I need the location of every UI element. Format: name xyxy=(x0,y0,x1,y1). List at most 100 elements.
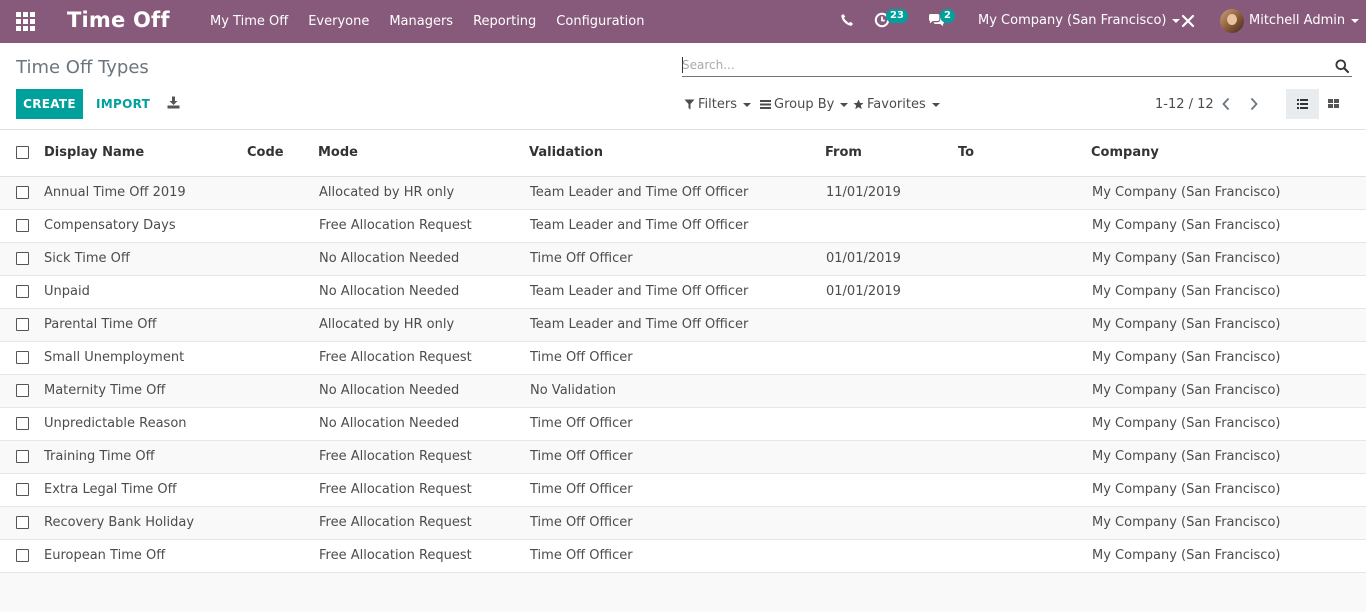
table-row[interactable]: Recovery Bank Holiday Free Allocation Req… xyxy=(0,506,1366,540)
cell-from[interactable] xyxy=(825,539,958,573)
cell-to[interactable] xyxy=(958,275,1091,309)
cell-code[interactable] xyxy=(247,308,318,342)
cell-mode[interactable]: No Allocation Needed xyxy=(318,275,529,309)
row-checkbox[interactable] xyxy=(16,450,29,463)
cell-code[interactable] xyxy=(247,506,318,540)
cell-company[interactable]: My Company (San Francisco) xyxy=(1091,407,1366,441)
cell-company[interactable]: My Company (San Francisco) xyxy=(1091,242,1366,276)
select-all-checkbox[interactable] xyxy=(16,146,29,160)
company-switcher[interactable]: My Company (San Francisco) xyxy=(978,13,1181,28)
user-menu[interactable]: Mitchell Admin xyxy=(1249,13,1360,28)
cell-from[interactable] xyxy=(825,407,958,441)
search-input[interactable] xyxy=(682,55,1322,75)
cell-validation[interactable]: Time Off Officer xyxy=(529,539,825,573)
cell-mode[interactable]: Free Allocation Request xyxy=(318,440,529,474)
table-row[interactable]: European Time Off Free Allocation Request… xyxy=(0,539,1366,573)
phone-icon[interactable] xyxy=(840,13,854,27)
cell-code[interactable] xyxy=(247,242,318,276)
row-checkbox[interactable] xyxy=(16,417,29,430)
cell-company[interactable]: My Company (San Francisco) xyxy=(1091,341,1366,375)
table-row[interactable]: Training Time Off Free Allocation Request… xyxy=(0,440,1366,474)
column-header-mode[interactable]: Mode xyxy=(318,130,529,177)
row-checkbox[interactable] xyxy=(16,318,29,331)
cell-code[interactable] xyxy=(247,539,318,573)
cell-code[interactable] xyxy=(247,341,318,375)
cell-from[interactable]: 01/01/2019 xyxy=(825,242,958,276)
cell-company[interactable]: My Company (San Francisco) xyxy=(1091,539,1366,573)
cell-validation[interactable]: No Validation xyxy=(529,374,825,408)
cell-display-name[interactable]: Unpaid xyxy=(44,275,247,309)
table-row[interactable]: Maternity Time Off No Allocation Needed No… xyxy=(0,374,1366,408)
cell-validation[interactable]: Time Off Officer xyxy=(529,506,825,540)
import-button[interactable]: IMPORT xyxy=(96,97,150,111)
debug-tools-icon[interactable] xyxy=(1181,14,1195,28)
cell-company[interactable]: My Company (San Francisco) xyxy=(1091,209,1366,243)
menu-managers[interactable]: Managers xyxy=(389,14,453,29)
cell-display-name[interactable]: Compensatory Days xyxy=(44,209,247,243)
cell-mode[interactable]: Free Allocation Request xyxy=(318,341,529,375)
menu-my-time-off[interactable]: My Time Off xyxy=(210,14,288,29)
cell-company[interactable]: My Company (San Francisco) xyxy=(1091,275,1366,309)
column-header-validation[interactable]: Validation xyxy=(529,130,825,177)
cell-code[interactable] xyxy=(247,374,318,408)
cell-to[interactable] xyxy=(958,506,1091,540)
cell-validation[interactable]: Team Leader and Time Off Officer xyxy=(529,176,825,210)
cell-mode[interactable]: Free Allocation Request xyxy=(318,209,529,243)
row-checkbox[interactable] xyxy=(16,516,29,529)
user-avatar[interactable] xyxy=(1220,9,1244,33)
cell-code[interactable] xyxy=(247,275,318,309)
table-row[interactable]: Parental Time Off Allocated by HR only Tea… xyxy=(0,308,1366,342)
cell-display-name[interactable]: Parental Time Off xyxy=(44,308,247,342)
filters-dropdown[interactable]: Filters xyxy=(684,97,751,112)
table-row[interactable]: Sick Time Off No Allocation Needed Time Of… xyxy=(0,242,1366,276)
cell-display-name[interactable]: Small Unemployment xyxy=(44,341,247,375)
cell-display-name[interactable]: Unpredictable Reason xyxy=(44,407,247,441)
table-row[interactable]: Unpredictable Reason No Allocation Needed… xyxy=(0,407,1366,441)
cell-from[interactable] xyxy=(825,209,958,243)
cell-to[interactable] xyxy=(958,539,1091,573)
cell-validation[interactable]: Time Off Officer xyxy=(529,473,825,507)
menu-configuration[interactable]: Configuration xyxy=(556,14,644,29)
cell-display-name[interactable]: Annual Time Off 2019 xyxy=(44,176,247,210)
row-checkbox[interactable] xyxy=(16,285,29,298)
apps-menu-icon[interactable] xyxy=(16,12,35,31)
cell-company[interactable]: My Company (San Francisco) xyxy=(1091,506,1366,540)
search-bar[interactable] xyxy=(682,55,1352,77)
column-header-to[interactable]: To xyxy=(958,130,1091,177)
cell-mode[interactable]: Allocated by HR only xyxy=(318,308,529,342)
cell-to[interactable] xyxy=(958,209,1091,243)
cell-mode[interactable]: Free Allocation Request xyxy=(318,539,529,573)
cell-to[interactable] xyxy=(958,242,1091,276)
cell-display-name[interactable]: Training Time Off xyxy=(44,440,247,474)
table-row[interactable]: Extra Legal Time Off Free Allocation Requ… xyxy=(0,473,1366,507)
cell-display-name[interactable]: Extra Legal Time Off xyxy=(44,473,247,507)
cell-from[interactable] xyxy=(825,506,958,540)
group-by-dropdown[interactable]: Group By xyxy=(760,97,849,112)
cell-mode[interactable]: No Allocation Needed xyxy=(318,374,529,408)
cell-code[interactable] xyxy=(247,440,318,474)
row-checkbox[interactable] xyxy=(16,252,29,265)
cell-validation[interactable]: Time Off Officer xyxy=(529,440,825,474)
cell-from[interactable] xyxy=(825,473,958,507)
cell-display-name[interactable]: European Time Off xyxy=(44,539,247,573)
cell-mode[interactable]: No Allocation Needed xyxy=(318,407,529,441)
cell-code[interactable] xyxy=(247,176,318,210)
cell-from[interactable]: 01/01/2019 xyxy=(825,275,958,309)
search-icon[interactable] xyxy=(1335,59,1349,73)
cell-to[interactable] xyxy=(958,473,1091,507)
kanban-view-button[interactable] xyxy=(1321,89,1348,119)
cell-validation[interactable]: Time Off Officer xyxy=(529,341,825,375)
table-row[interactable]: Small Unemployment Free Allocation Reques… xyxy=(0,341,1366,375)
column-header-from[interactable]: From xyxy=(825,130,958,177)
cell-validation[interactable]: Team Leader and Time Off Officer xyxy=(529,308,825,342)
favorites-dropdown[interactable]: Favorites xyxy=(853,97,940,112)
pager-value[interactable]: 1-12 / 12 xyxy=(1155,97,1214,112)
cell-from[interactable] xyxy=(825,308,958,342)
cell-validation[interactable]: Time Off Officer xyxy=(529,407,825,441)
column-header-code[interactable]: Code xyxy=(247,130,318,177)
chevron-left-icon[interactable] xyxy=(1221,97,1231,111)
list-view-button[interactable] xyxy=(1286,89,1319,119)
table-row[interactable]: Unpaid No Allocation Needed Team Leader an… xyxy=(0,275,1366,309)
cell-validation[interactable]: Team Leader and Time Off Officer xyxy=(529,209,825,243)
cell-mode[interactable]: Free Allocation Request xyxy=(318,473,529,507)
